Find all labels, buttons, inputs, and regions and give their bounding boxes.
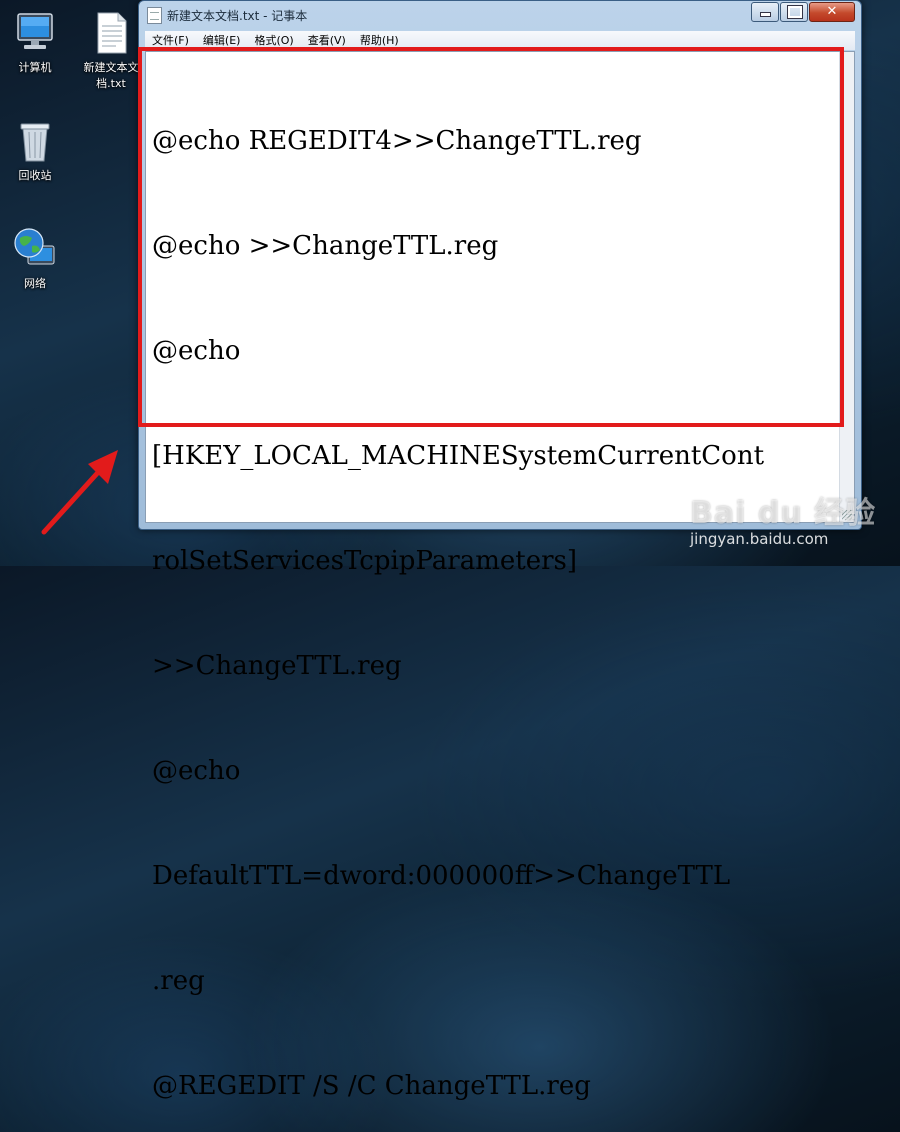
- watermark: Bai du 经验 jingyan.baidu.com: [690, 488, 876, 548]
- computer-icon: [12, 10, 58, 56]
- desktop-icon-network[interactable]: 网络: [0, 226, 70, 292]
- maximize-icon[interactable]: [780, 2, 808, 22]
- highlight-box: [138, 47, 844, 427]
- desktop-icon-label: 计算机: [18, 61, 52, 74]
- desktop-icon-label: 新建文本文档.txt: [83, 61, 139, 90]
- editor-line: .reg: [152, 966, 205, 996]
- desktop-icon-label: 网络: [24, 277, 46, 290]
- watermark-url: jingyan.baidu.com: [690, 530, 829, 548]
- annotation-arrow-icon: [41, 450, 118, 535]
- desktop-icon-computer[interactable]: 计算机: [0, 10, 70, 76]
- desktop-icon-recycle-bin[interactable]: 回收站: [0, 118, 70, 184]
- minimize-icon[interactable]: [751, 2, 779, 22]
- editor-line: [HKEY_LOCAL_MACHINESystemCurrentCont: [152, 441, 765, 471]
- text-file-icon: [88, 10, 134, 56]
- editor-line: rolSetServicesTcpipParameters]: [152, 546, 578, 576]
- editor-line: DefaultTTL=dword:000000ff>>ChangeTTL: [152, 861, 731, 891]
- title-bar[interactable]: 新建文本文档.txt - 记事本: [139, 1, 861, 29]
- network-icon: [12, 226, 58, 272]
- recycle-bin-icon: [12, 118, 58, 164]
- desktop-icon-text-file[interactable]: 新建文本文档.txt: [76, 10, 146, 92]
- editor-line: >>ChangeTTL.reg: [152, 651, 402, 681]
- close-icon[interactable]: [809, 2, 855, 22]
- desktop-icon-label: 回收站: [18, 169, 52, 182]
- notepad-icon: [147, 7, 162, 24]
- watermark-logo: Bai du 经验: [690, 496, 877, 531]
- window-title: 新建文本文档.txt - 记事本: [167, 9, 308, 23]
- editor-line: @REGEDIT /S /C ChangeTTL.reg: [152, 1071, 591, 1101]
- editor-line: @echo: [152, 756, 241, 786]
